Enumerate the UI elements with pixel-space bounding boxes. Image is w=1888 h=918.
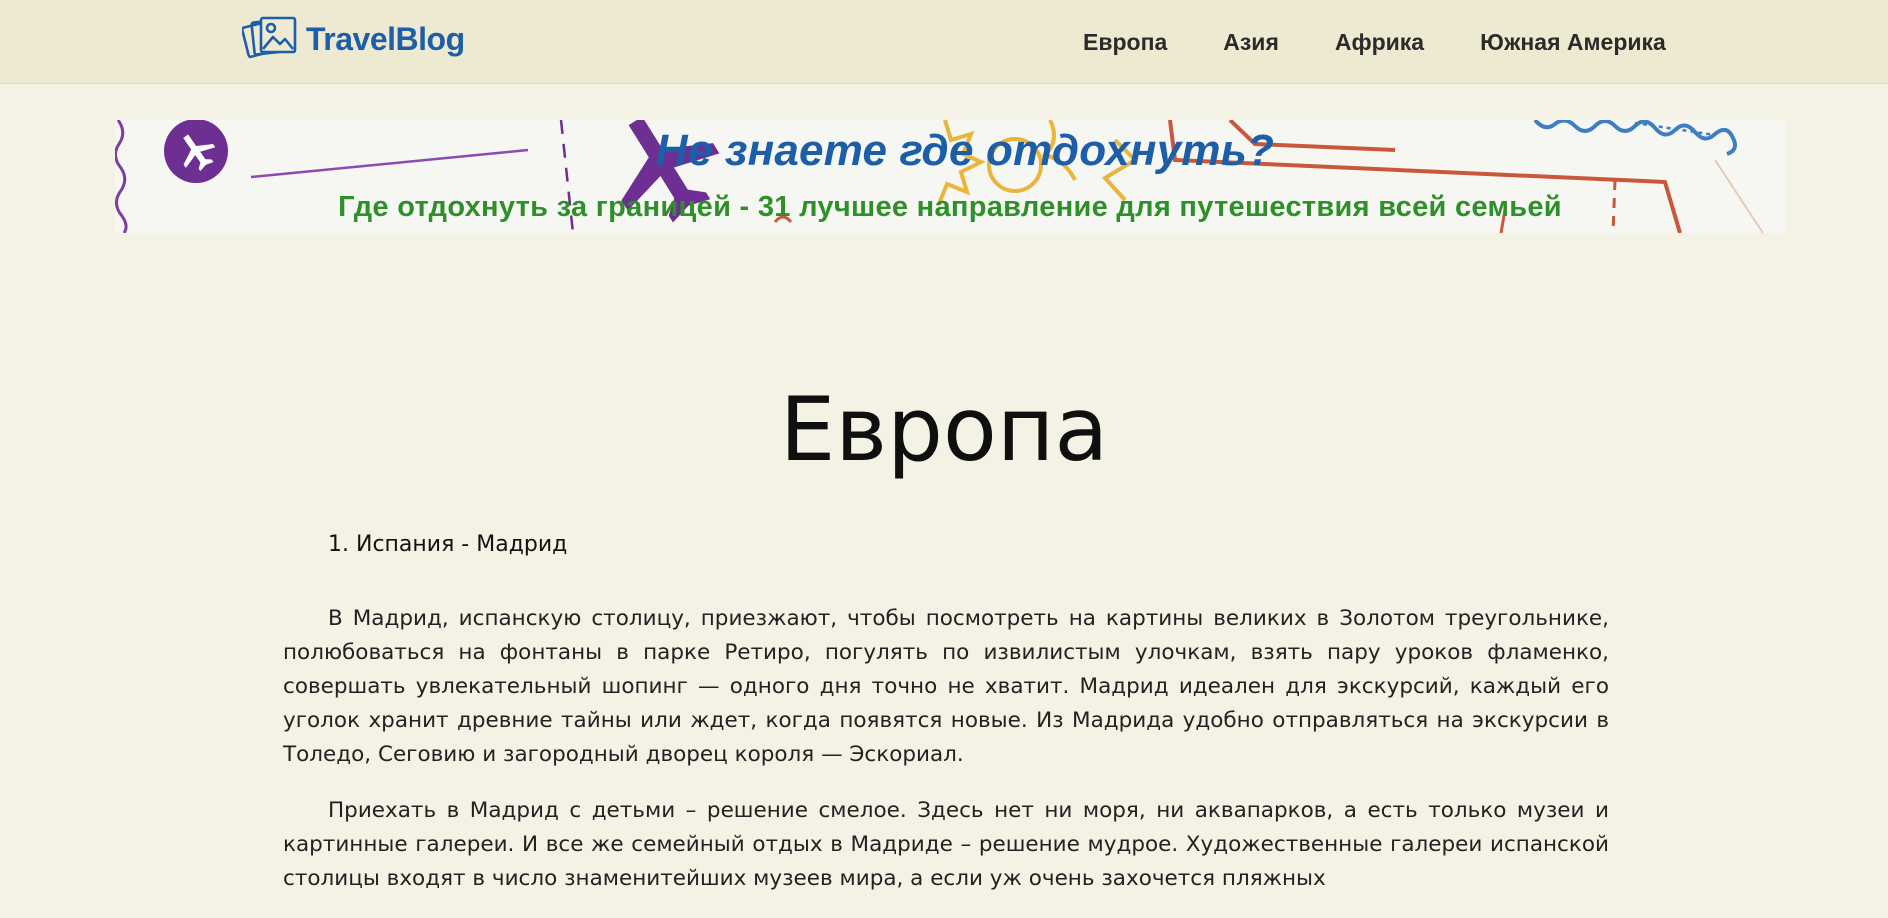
nav-south-america[interactable]: Южная Америка: [1452, 26, 1694, 58]
nav-europe[interactable]: Европа: [1083, 26, 1195, 58]
site-header: TravelBlog Европа Азия Африка Южная Амер…: [0, 0, 1888, 84]
site-logo[interactable]: TravelBlog: [242, 14, 465, 64]
photo-album-icon: [242, 16, 297, 59]
main-nav: Европа Азия Африка Южная Америка: [1083, 26, 1694, 58]
section-heading: 1. Испания - Мадрид: [328, 532, 568, 557]
article-body: В Мадрид, испанскую столицу, приезжают, …: [283, 602, 1609, 918]
page-title: Европа: [779, 378, 1109, 481]
banner-title: Не знаете где отдохнуть?: [655, 126, 1275, 175]
logo-text: TravelBlog: [306, 20, 465, 57]
banner-subtitle: Где отдохнуть за границей - 31 лучшее на…: [338, 191, 1562, 223]
article-paragraph: В Мадрид, испанскую столицу, приезжают, …: [283, 606, 1609, 767]
nav-africa[interactable]: Африка: [1307, 26, 1452, 58]
hero-banner: Не знаете где отдохнуть? Где отдохнуть з…: [115, 120, 1785, 233]
article-paragraph: Приехать в Мадрид с детьми – решение сме…: [283, 798, 1609, 891]
nav-asia[interactable]: Азия: [1195, 26, 1307, 58]
